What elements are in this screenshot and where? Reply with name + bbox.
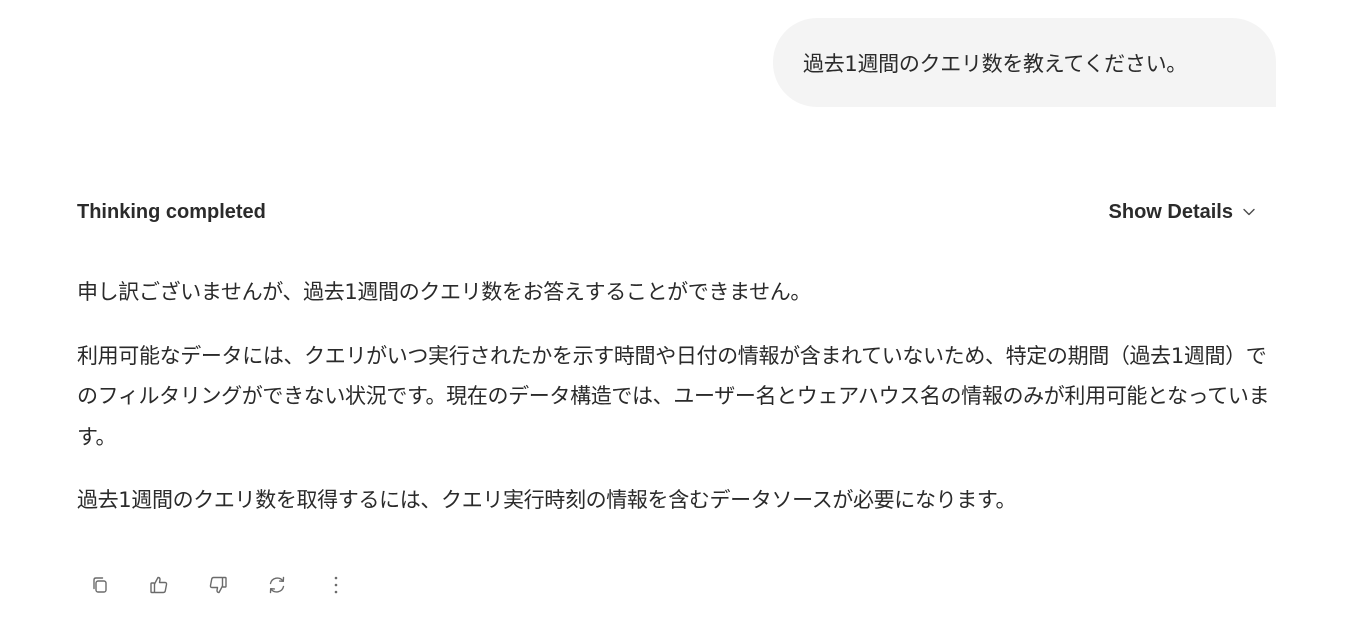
more-options-icon [334, 576, 338, 594]
thinking-status-bar: Thinking completed Show Details [77, 198, 1257, 226]
copy-icon [93, 577, 107, 593]
regenerate-icon [269, 576, 285, 594]
copy-button[interactable] [86, 571, 114, 599]
assistant-paragraph: 利用可能なデータには、クエリがいつ実行されたかを示す時間や日付の情報が含まれてい… [77, 343, 1270, 449]
user-message-text: 過去1週間のクエリ数を教えてください。 [803, 51, 1187, 76]
user-message-bubble: 過去1週間のクエリ数を教えてください。 [773, 18, 1276, 107]
assistant-message: 申し訳ございませんが、過去1週間のクエリ数をお答えすることができません。 利用可… [77, 272, 1282, 521]
thumbs-down-icon [209, 576, 227, 594]
more-options-button[interactable] [322, 571, 350, 599]
thumbs-up-button[interactable] [145, 571, 173, 599]
regenerate-button[interactable] [263, 571, 291, 599]
show-details-button[interactable]: Show Details [1109, 201, 1257, 224]
assistant-paragraph: 申し訳ございませんが、過去1週間のクエリ数をお答えすることができません。 [77, 280, 812, 304]
show-details-label: Show Details [1108, 200, 1233, 223]
thumbs-up-icon [150, 576, 168, 594]
thumbs-down-button[interactable] [204, 571, 232, 599]
message-action-bar [86, 570, 381, 600]
assistant-paragraph: 過去1週間のクエリ数を取得するには、クエリ実行時刻の情報を含むデータソースが必要… [77, 488, 1017, 512]
chevron-down-icon [1243, 208, 1255, 216]
thinking-status-label: Thinking completed [77, 200, 266, 223]
